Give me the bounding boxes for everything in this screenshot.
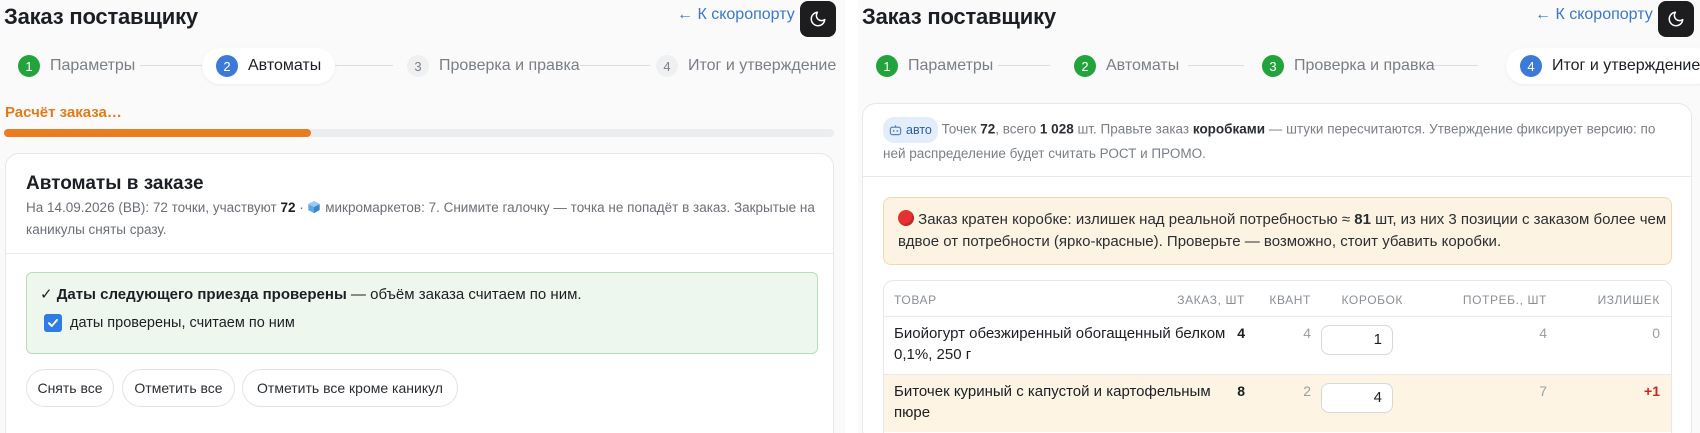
product-name: Биойогурт обезжиренный обогащенный белко…: [894, 325, 1226, 363]
moon-icon: [810, 11, 826, 27]
right-panel: Заказ поставщику ← К скоропорту 1 Параме…: [858, 0, 1700, 433]
step-machines[interactable]: 2 Автоматы: [1060, 48, 1193, 84]
step-number: 4: [1520, 55, 1542, 77]
back-link[interactable]: ← К скоропорту: [1535, 6, 1653, 24]
column-header: ТОВАР: [894, 293, 937, 307]
stepper: 1 Параметры 2 Автоматы 3 Проверка и прав…: [858, 48, 1700, 84]
step-label: Параметры: [908, 57, 994, 74]
step-number: 1: [18, 55, 40, 77]
step-connector: [1188, 65, 1244, 66]
column-header: КВАНТ: [1269, 293, 1311, 307]
auto-badge: авто: [883, 117, 938, 143]
moon-icon: [1668, 11, 1684, 27]
divider: [6, 253, 833, 254]
step-number: 1: [876, 55, 898, 77]
dates-checkbox-label: даты проверены, считаем по ним: [70, 315, 295, 331]
progress-fill: [4, 129, 312, 137]
step-label: Проверка и правка: [1294, 57, 1435, 74]
page-title: Заказ поставщику: [4, 4, 198, 29]
excess-warning: Заказ кратен коробке: излишек над реальн…: [883, 197, 1672, 265]
boxes-input[interactable]: 4: [1321, 383, 1393, 413]
step-number: 4: [656, 55, 678, 77]
calc-status: Расчёт заказа…: [5, 104, 122, 121]
step-number: 2: [1074, 55, 1096, 77]
step-connector: [140, 65, 202, 66]
red-circle-icon: [898, 210, 914, 226]
order-table: ТОВАР ЗАКАЗ, ШТ КВАНТ КОРОБОК ПОТРЕБ., Ш…: [883, 280, 1672, 433]
check-all-button[interactable]: Отметить все: [122, 369, 235, 407]
card-title: Автоматы в заказе: [26, 173, 204, 194]
step-connector: [335, 65, 393, 66]
column-header: КОРОБОК: [1341, 293, 1403, 307]
step-label: Автоматы: [248, 57, 322, 74]
product-name: Биточек куриный с капустой и картофельны…: [894, 383, 1211, 421]
step-machines[interactable]: 2 Автоматы: [202, 48, 336, 84]
checkmark-icon: ✓: [40, 286, 53, 303]
theme-toggle-button[interactable]: [1658, 1, 1694, 37]
dates-checkbox-row[interactable]: даты проверены, считаем по ним: [44, 314, 295, 332]
step-label: Итог и утверждение: [688, 57, 837, 74]
step-label: Автоматы: [1106, 57, 1180, 74]
step-review[interactable]: 3 Проверка и правка: [393, 48, 594, 84]
order-qty: 4: [1237, 325, 1245, 341]
left-panel: Заказ поставщику ← К скоропорту 1 Параме…: [0, 0, 845, 433]
step-parameters[interactable]: 1 Параметры: [862, 48, 1007, 84]
excess-qty: +1: [1644, 383, 1660, 399]
step-summary[interactable]: 4 Итог и утверждение: [1506, 48, 1700, 84]
column-header: ЗАКАЗ, ШТ: [1177, 293, 1245, 307]
uncheck-all-button[interactable]: Снять все: [26, 369, 114, 407]
excess-qty: 0: [1652, 325, 1660, 341]
step-parameters[interactable]: 1 Параметры: [4, 48, 149, 84]
quant: 4: [1303, 325, 1311, 341]
table-row: Биточек куриный с капустой и картофельны…: [884, 374, 1671, 432]
column-header: ПОТРЕБ., ШТ: [1462, 293, 1547, 307]
step-number: 3: [1262, 55, 1284, 77]
machines-card: Автоматы в заказе На 14.09.2026 (ВВ): 72…: [5, 153, 834, 433]
need-qty: 7: [1539, 383, 1547, 399]
step-summary[interactable]: 4 Итог и утверждение: [642, 48, 845, 84]
page-title: Заказ поставщику: [862, 4, 1056, 29]
divider: [863, 176, 1691, 177]
order-qty: 8: [1237, 383, 1245, 399]
dates-checkbox[interactable]: [44, 314, 62, 332]
table-row: Биойогурт обезжиренный обогащенный белко…: [884, 316, 1671, 374]
summary-info: авто Точек 72, всего 1 028 шт. Правьте з…: [883, 117, 1678, 165]
cube-icon: [307, 200, 321, 220]
step-label: Итог и утверждение: [1552, 57, 1700, 74]
step-review[interactable]: 3 Проверка и правка: [1248, 48, 1449, 84]
stepper: 1 Параметры 2 Автоматы 3 Проверка и прав…: [0, 48, 845, 84]
need-qty: 4: [1539, 325, 1547, 341]
summary-card: авто Точек 72, всего 1 028 шт. Правьте з…: [862, 103, 1692, 433]
dates-check-line: ✓ Даты следующего приезда проверены — об…: [40, 286, 582, 303]
step-number: 2: [216, 55, 238, 77]
theme-toggle-button[interactable]: [800, 1, 836, 37]
check-except-holidays-button[interactable]: Отметить все кроме каникул: [242, 369, 458, 407]
boxes-input[interactable]: 1: [1321, 325, 1393, 355]
progress-bar: [4, 129, 834, 137]
step-label: Проверка и правка: [439, 57, 580, 74]
step-label: Параметры: [50, 57, 136, 74]
quant: 2: [1303, 383, 1311, 399]
back-link[interactable]: ← К скоропорту: [677, 6, 795, 24]
card-description: На 14.09.2026 (ВВ): 72 точки, участвуют …: [26, 200, 815, 237]
robot-icon: [889, 125, 902, 136]
step-number: 3: [407, 55, 429, 77]
column-header: ИЗЛИШЕК: [1597, 293, 1660, 307]
dates-check-box: ✓ Даты следующего приезда проверены — об…: [26, 272, 818, 354]
